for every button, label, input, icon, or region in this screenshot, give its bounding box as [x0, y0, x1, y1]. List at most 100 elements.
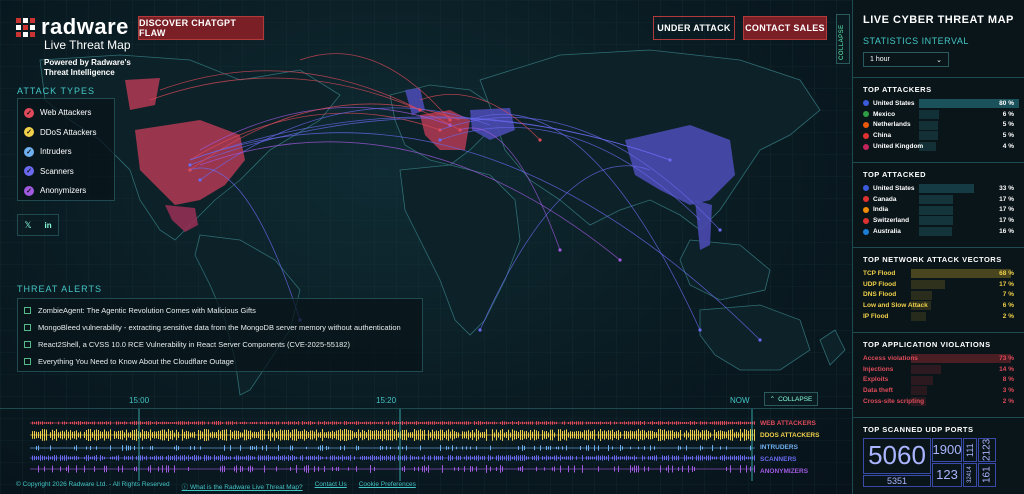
timeline-tick	[374, 421, 375, 425]
cookie-preferences-link[interactable]: Cookie Preferences	[359, 481, 416, 491]
timeline-tick	[80, 431, 81, 439]
timeline-tick	[470, 446, 471, 450]
timeline-tick	[294, 455, 295, 461]
timeline-tick	[694, 421, 695, 425]
timeline-tick	[714, 421, 715, 425]
x-icon[interactable]: 𝕏	[24, 220, 31, 231]
timeline-tick	[156, 421, 157, 425]
stat-value: 17 %	[999, 217, 1014, 225]
stat-row: China 5 %	[863, 130, 1014, 141]
sidebar-collapse-tab[interactable]: COLLAPSE	[836, 14, 850, 64]
timeline-tick	[130, 445, 131, 451]
timeline-tick	[260, 455, 261, 461]
timeline-tick	[244, 421, 245, 425]
timeline-tick	[34, 421, 35, 425]
timeline-tick	[680, 421, 681, 425]
timeline-tick	[128, 432, 129, 438]
attack-type-anonymizers[interactable]: ✓ Anonymizers	[24, 181, 108, 201]
timeline-tick	[250, 430, 251, 440]
timeline-tick	[732, 429, 733, 441]
alert-text: React2Shell, a CVSS 10.0 RCE Vulnerabili…	[38, 340, 350, 349]
timeline-tick	[562, 446, 563, 450]
stat-row: Access violations 73 %	[863, 353, 1014, 364]
timeline-tick	[406, 455, 407, 461]
alert-item[interactable]: MongoBleed vulnerability - extracting se…	[24, 319, 416, 336]
timeline-tick	[328, 446, 329, 450]
discover-chatgpt-flaw-button[interactable]: DISCOVER CHATGPT FLAW	[138, 16, 264, 40]
about-link[interactable]: ⓘ What is the Radware Live Threat Map?	[182, 481, 303, 491]
timeline-tick	[638, 421, 639, 425]
timeline-tick	[572, 456, 573, 460]
timeline-tick	[656, 455, 657, 461]
attack-type-scanners[interactable]: ✓ Scanners	[24, 162, 108, 182]
contact-link[interactable]: Contact Us	[315, 481, 347, 491]
contact-sales-button[interactable]: CONTACT SALES	[743, 16, 827, 40]
timeline-tick	[648, 456, 649, 460]
timeline-tick	[186, 430, 187, 440]
timeline-tick	[54, 430, 55, 440]
stat-value: 8 %	[1002, 376, 1014, 384]
alert-item[interactable]: Everything You Need to Know About the Cl…	[24, 353, 416, 370]
timeline-tick	[492, 421, 493, 425]
timeline-tick	[148, 421, 149, 425]
stat-bar	[919, 227, 952, 237]
timeline-tick	[668, 465, 669, 473]
timeline-tick	[48, 455, 49, 461]
timeline-tick	[478, 421, 479, 425]
timeline-tick	[702, 421, 703, 425]
stat-row: India 17 %	[863, 205, 1014, 216]
timeline-tick	[124, 432, 125, 438]
timeline-tick	[296, 421, 297, 425]
alert-item[interactable]: ZombieAgent: The Agentic Revolution Come…	[24, 302, 416, 319]
timeline-tick	[688, 422, 689, 424]
attack-type-intruders[interactable]: ✓ Intruders	[24, 142, 108, 162]
timeline-tick	[620, 421, 621, 425]
attack-type-ddos[interactable]: ✓ DDoS Attackers	[24, 123, 108, 143]
timeline-tick	[708, 455, 709, 461]
external-link-icon	[24, 307, 31, 314]
attack-type-web[interactable]: ✓ Web Attackers	[24, 103, 108, 123]
timeline-tick	[552, 456, 553, 460]
timeline-tick	[272, 432, 273, 438]
timeline-tick	[468, 421, 469, 425]
timeline-tick	[362, 429, 363, 441]
timeline-tick	[126, 421, 127, 425]
timeline-tick	[720, 446, 721, 450]
timeline-tick	[242, 466, 243, 472]
timeline-tick	[276, 432, 277, 438]
timeline-tick	[568, 421, 569, 425]
timeline-tick	[620, 445, 621, 451]
timeline-tick	[134, 445, 135, 451]
timeline-tick	[572, 421, 573, 425]
port-box: 161	[978, 462, 996, 487]
linkedin-icon[interactable]: in	[44, 221, 51, 230]
interval-select[interactable]: 1 hour ⌄	[863, 52, 949, 67]
timeline-tick	[574, 421, 575, 425]
timeline-tick	[448, 429, 449, 441]
timeline-tick	[174, 422, 175, 424]
timeline-tick	[642, 429, 643, 441]
timeline-tick	[502, 455, 503, 461]
timeline-tick	[166, 421, 167, 425]
timeline-tick	[686, 455, 687, 461]
timeline-tick	[70, 421, 71, 425]
radware-logo[interactable]: radware Live Threat Map Powered by Radwa…	[16, 14, 156, 78]
timeline-tick	[414, 467, 415, 471]
timeline-tick	[654, 446, 655, 450]
timeline-collapse-button[interactable]: ⌃ COLLAPSE	[764, 392, 818, 406]
timeline-tick	[200, 421, 201, 425]
timeline-tick	[588, 421, 589, 425]
stat-name: UDP Flood	[863, 280, 897, 288]
check-icon: ✓	[24, 127, 34, 138]
alert-item[interactable]: React2Shell, a CVSS 10.0 RCE Vulnerabili…	[24, 336, 416, 353]
stat-row: Cross-site scripting 2 %	[863, 396, 1014, 407]
attack-timeline[interactable]	[0, 408, 852, 481]
timeline-tick	[202, 431, 203, 439]
timeline-tick	[602, 455, 603, 461]
timeline-tick	[128, 445, 129, 451]
threat-map[interactable]: radware Live Threat Map Powered by Radwa…	[0, 0, 852, 494]
under-attack-button[interactable]: UNDER ATTACK	[653, 16, 735, 40]
logo-mark	[16, 17, 35, 37]
timeline-tick	[458, 432, 459, 438]
timeline-tick	[438, 421, 439, 425]
